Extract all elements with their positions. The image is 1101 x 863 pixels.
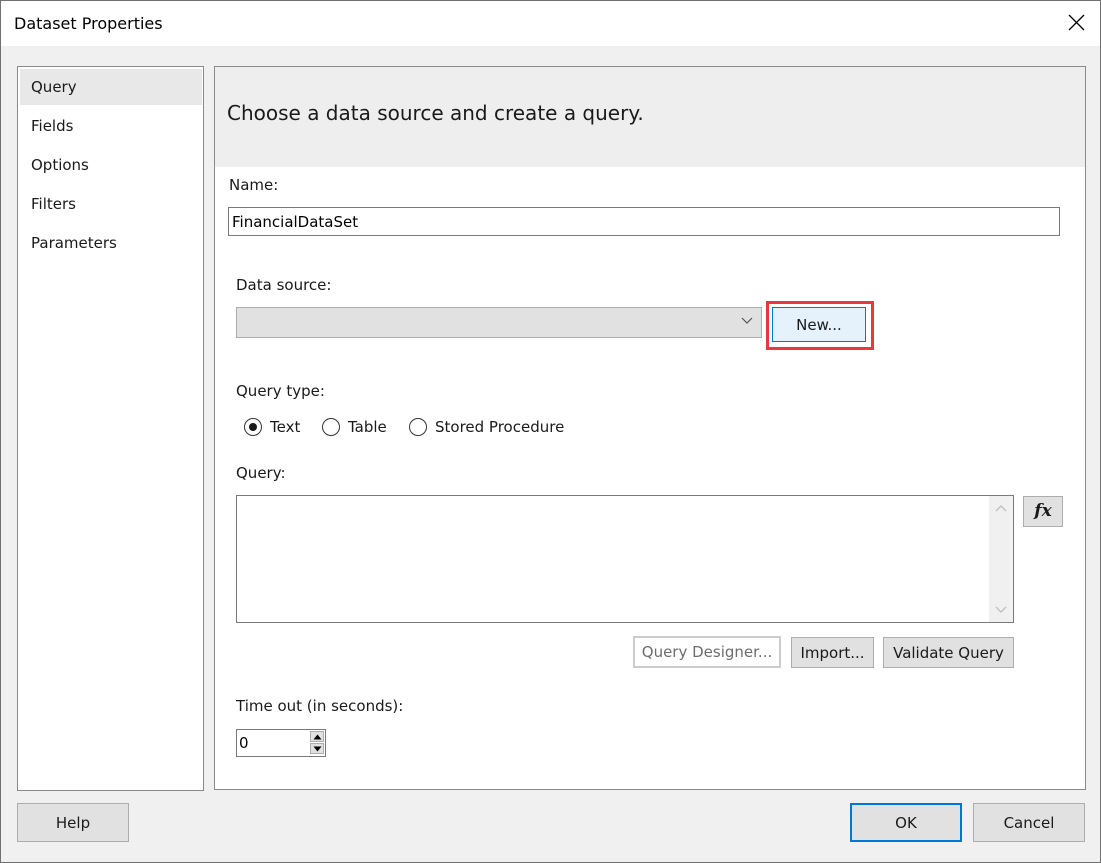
- radio-stored-procedure-label: Stored Procedure: [435, 418, 565, 436]
- dataset-properties-dialog: Dataset Properties Query Fields Options …: [0, 0, 1101, 863]
- radio-stored-procedure-circle[interactable]: [409, 418, 427, 436]
- title-bar: Dataset Properties: [1, 1, 1100, 46]
- spin-up-button[interactable]: [310, 731, 324, 742]
- query-panel: Choose a data source and create a query.…: [214, 66, 1086, 790]
- dialog-title: Dataset Properties: [14, 14, 163, 33]
- radio-text-circle[interactable]: [244, 418, 262, 436]
- data-source-label: Data source:: [236, 276, 332, 294]
- query-scrollbar[interactable]: [989, 496, 1013, 622]
- sidebar-item-parameters[interactable]: Parameters: [20, 225, 202, 261]
- arrow-down-icon: [313, 746, 322, 752]
- sidebar-item-fields[interactable]: Fields: [20, 108, 202, 144]
- radio-text[interactable]: Text: [244, 418, 300, 436]
- spin-down-button[interactable]: [310, 743, 324, 754]
- close-button[interactable]: [1054, 1, 1100, 46]
- expression-button[interactable]: fx: [1023, 496, 1063, 527]
- data-source-dropdown[interactable]: [236, 307, 762, 338]
- sidebar-item-query[interactable]: Query: [20, 69, 202, 105]
- radio-table-label: Table: [348, 418, 387, 436]
- chevron-down-icon: [741, 317, 753, 324]
- validate-query-button[interactable]: Validate Query: [883, 637, 1014, 668]
- close-icon: [1068, 14, 1085, 31]
- sidebar-item-filters[interactable]: Filters: [20, 186, 202, 222]
- sidebar-nav: Query Fields Options Filters Parameters: [17, 66, 204, 791]
- query-type-label: Query type:: [236, 382, 325, 400]
- radio-stored-procedure[interactable]: Stored Procedure: [409, 418, 564, 436]
- radio-table[interactable]: Table: [322, 418, 387, 436]
- ok-button[interactable]: OK: [850, 803, 962, 842]
- radio-text-label: Text: [270, 418, 301, 436]
- query-designer-button[interactable]: Query Designer...: [633, 636, 781, 668]
- timeout-input[interactable]: [237, 730, 301, 755]
- timeout-label: Time out (in seconds):: [236, 697, 404, 715]
- arrow-up-icon: [313, 734, 322, 740]
- scroll-up-icon[interactable]: [995, 504, 1007, 512]
- timeout-spinner[interactable]: [236, 729, 326, 757]
- cancel-button[interactable]: Cancel: [973, 803, 1085, 842]
- panel-heading: Choose a data source and create a query.: [227, 101, 644, 125]
- panel-header: Choose a data source and create a query.: [215, 67, 1085, 167]
- new-data-source-button[interactable]: New...: [772, 307, 866, 342]
- help-button[interactable]: Help: [17, 803, 129, 842]
- radio-table-circle[interactable]: [322, 418, 340, 436]
- name-input[interactable]: [228, 207, 1060, 236]
- fx-icon: fx: [1034, 501, 1052, 521]
- scroll-down-icon[interactable]: [995, 606, 1007, 614]
- name-label: Name:: [229, 176, 279, 194]
- sidebar-item-options[interactable]: Options: [20, 147, 202, 183]
- query-textarea[interactable]: [236, 495, 1014, 623]
- query-label: Query:: [236, 464, 286, 482]
- import-button[interactable]: Import...: [791, 637, 874, 668]
